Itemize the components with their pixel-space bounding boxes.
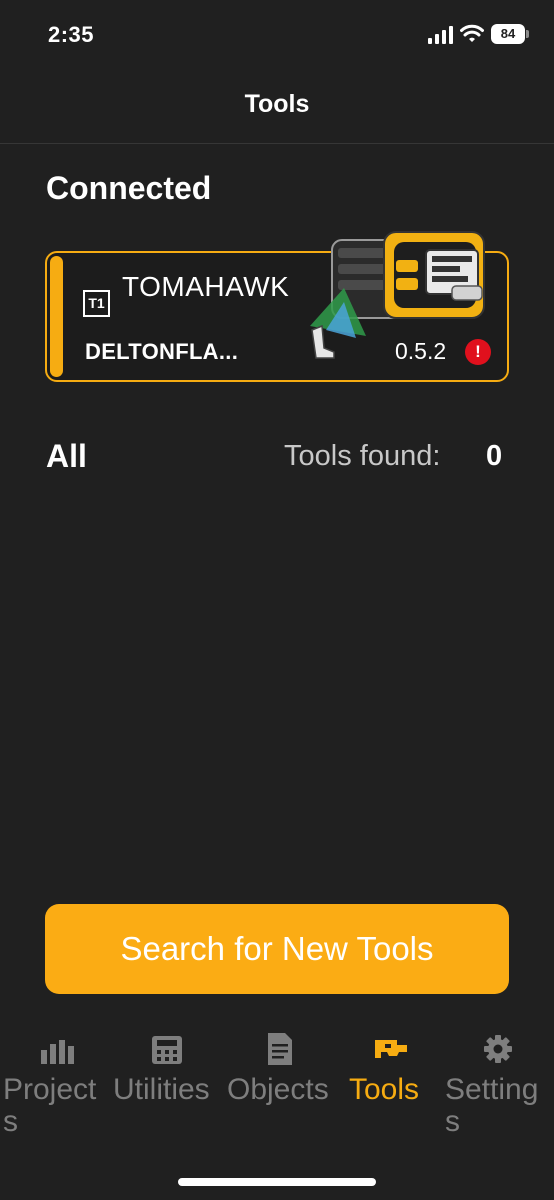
signal-icon	[428, 26, 453, 44]
header-divider	[0, 143, 554, 144]
nav-label-objects: Objects	[227, 1073, 329, 1106]
nav-tab-objects[interactable]: Objects	[227, 1032, 331, 1152]
connected-heading: Connected	[46, 170, 212, 206]
tool-slot-badge: T1	[83, 290, 110, 317]
tool-name: TOMAHAWK	[122, 271, 290, 302]
nav-label-tools: Tools	[349, 1073, 420, 1106]
tool-device-name: DELTONFLA...	[85, 339, 239, 364]
card-accent-bar	[50, 256, 63, 377]
all-heading: All	[46, 438, 87, 474]
nav-label-projects: Projects	[3, 1073, 97, 1138]
nav-tab-tools[interactable]: Tools	[349, 1032, 433, 1152]
nav-label-settings: Settings	[445, 1073, 539, 1138]
nav-tab-utilities[interactable]: Utilities	[113, 1032, 221, 1152]
search-new-tools-button[interactable]: Search for New Tools	[45, 904, 509, 994]
document-icon	[268, 1033, 292, 1065]
battery-cap	[526, 30, 529, 38]
battery-level: 84	[491, 24, 525, 44]
status-time: 2:35	[48, 22, 95, 47]
tools-found-count: 0	[486, 440, 503, 472]
nav-tab-settings[interactable]: Settings	[445, 1032, 551, 1152]
battery-indicator: 84	[491, 24, 529, 44]
status-bar: 2:35 84	[0, 0, 554, 70]
tools-found-label: Tools found:	[284, 440, 441, 472]
calculator-icon	[152, 1036, 182, 1064]
home-indicator[interactable]	[178, 1178, 376, 1186]
tool-icon	[375, 1040, 407, 1058]
tool-product-image	[310, 231, 485, 359]
nav-label-utilities: Utilities	[113, 1073, 210, 1106]
page-title: Tools	[244, 90, 310, 118]
nav-tab-projects[interactable]: Projects	[3, 1032, 111, 1152]
bar-chart-icon	[41, 1040, 74, 1064]
wifi-icon	[460, 24, 484, 42]
gear-icon	[484, 1035, 512, 1063]
